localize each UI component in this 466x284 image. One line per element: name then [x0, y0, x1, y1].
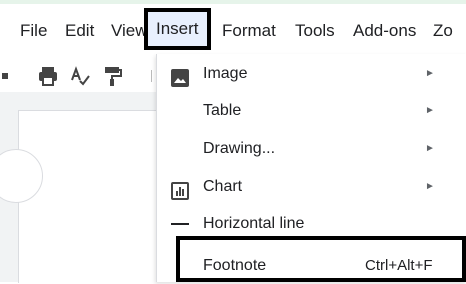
menu-item-table-label: Table — [203, 102, 242, 119]
menu-view[interactable]: View — [111, 18, 148, 44]
menu-item-drawing[interactable]: Drawing... ► — [157, 131, 466, 167]
horizontal-line-icon — [171, 223, 189, 225]
menu-insert[interactable]: Insert — [144, 8, 211, 50]
toolbar-divider — [148, 64, 156, 88]
image-icon — [171, 65, 189, 87]
submenu-arrow-icon: ► — [425, 181, 435, 192]
chart-icon — [171, 178, 189, 200]
side-circle-button[interactable] — [0, 149, 43, 203]
menu-addons[interactable]: Add-ons — [353, 18, 416, 44]
submenu-arrow-icon: ► — [425, 105, 435, 116]
menu-item-table[interactable]: Table ► — [157, 93, 466, 129]
menu-item-chart[interactable]: Chart ► — [157, 169, 466, 205]
document-page[interactable] — [0, 110, 161, 283]
footnote-highlight-box — [176, 236, 466, 282]
menu-format[interactable]: Format — [222, 18, 276, 44]
top-strip — [0, 0, 466, 4]
menu-item-image[interactable]: Image ► — [157, 56, 466, 92]
menu-item-image-label: Image — [203, 65, 248, 82]
submenu-arrow-icon: ► — [425, 143, 435, 154]
paint-format-icon[interactable] — [100, 64, 124, 88]
print-icon[interactable] — [36, 64, 60, 88]
menu-item-chart-label: Chart — [203, 178, 243, 195]
menu-file[interactable]: File — [20, 18, 47, 44]
menu-item-drawing-label: Drawing... — [203, 140, 276, 157]
toolbar — [0, 60, 160, 90]
menu-tools[interactable]: Tools — [295, 18, 335, 44]
document-canvas — [0, 92, 161, 283]
menu-zoom-partial[interactable]: Zo — [433, 18, 453, 44]
submenu-arrow-icon: ► — [425, 68, 435, 79]
menu-edit[interactable]: Edit — [65, 18, 94, 44]
spellcheck-icon[interactable] — [68, 64, 92, 88]
toolbar-cut-icon[interactable] — [0, 64, 10, 88]
menu-bar: File Edit View Insert Format Tools Add-o… — [0, 8, 466, 54]
